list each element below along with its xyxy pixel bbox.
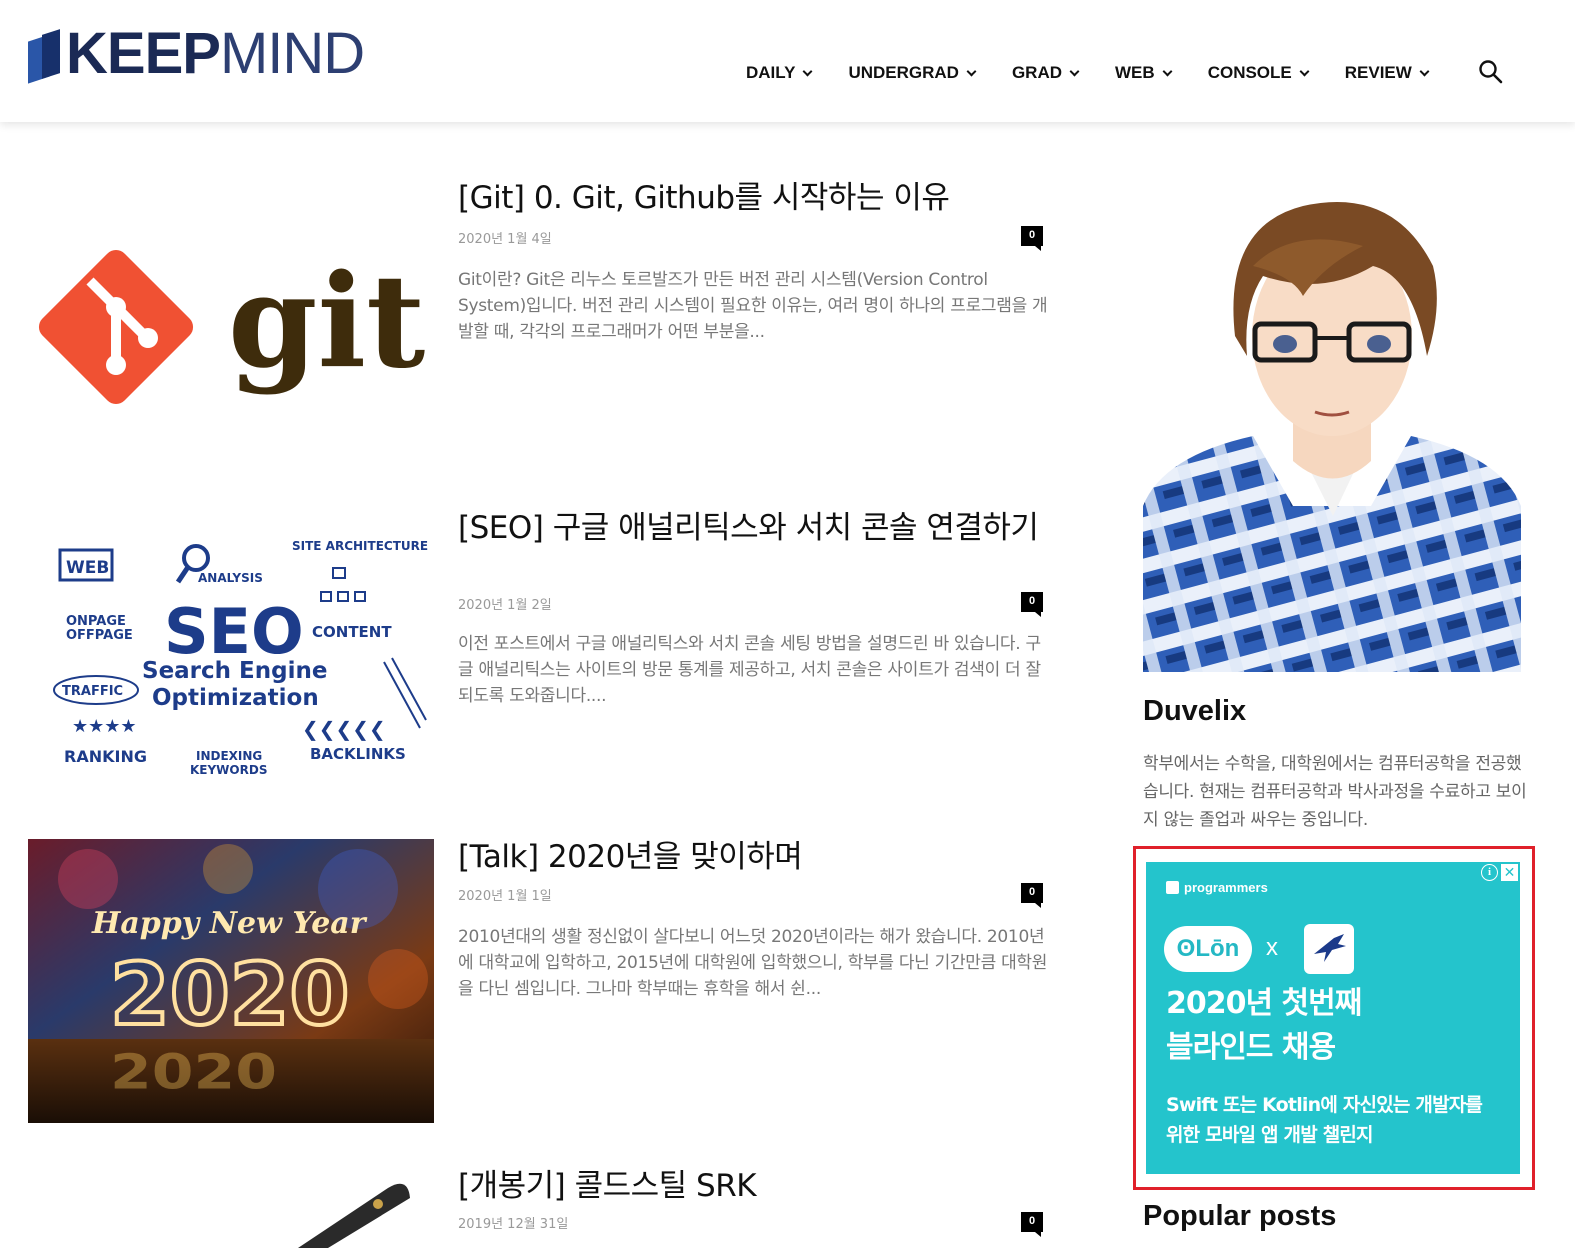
svg-text:RANKING: RANKING <box>64 747 147 766</box>
popular-posts-heading: Popular posts <box>1143 1200 1337 1232</box>
chevron-down-icon <box>803 66 813 76</box>
logo-text-keep: KEEP <box>66 21 221 86</box>
comment-count-badge[interactable]: 0 <box>1021 592 1043 617</box>
svg-text:OFFPAGE: OFFPAGE <box>66 628 133 643</box>
nav-label: GRAD <box>1011 63 1063 82</box>
ad-x-text: x <box>1266 934 1278 961</box>
svg-text:TRAFFIC: TRAFFIC <box>62 684 123 699</box>
comment-count-badge[interactable]: 0 <box>1021 883 1043 908</box>
post-thumbnail[interactable]: WEB ANALYSIS SITE ARCHITECTURE ONPAGE OF… <box>28 510 434 800</box>
svg-text:Search Engine: Search Engine <box>142 658 327 684</box>
svg-text:KEYWORDS: KEYWORDS <box>190 763 267 777</box>
post-item: [개봉기] 콜드스틸 SRK 2019년 12월 31일 0 <box>28 1168 1048 1248</box>
nav-item-daily[interactable]: DAILY <box>746 58 813 88</box>
post-item: git [Git] 0. Git, Github를 시작하는 이유 2020년 … <box>28 180 1048 480</box>
svg-text:ONPAGE: ONPAGE <box>66 614 126 629</box>
post-excerpt: 2010년대의 생활 정신없이 살다보니 어느덧 2020년이라는 해가 왔습니… <box>458 927 1048 999</box>
post-thumbnail[interactable]: Happy New Year 2020 2020 <box>28 839 434 1123</box>
svg-text:2020: 2020 <box>110 945 349 1045</box>
nav-item-undergrad[interactable]: UNDERGRAD <box>848 58 977 88</box>
ad-banner[interactable]: programmers i ✕ ʘLōn x 2020년 첫번째 블라인드 채용… <box>1146 862 1520 1174</box>
nav-label: CONSOLE <box>1207 63 1292 82</box>
ad-close-icon[interactable]: ✕ <box>1501 864 1518 881</box>
svg-text:WEB: WEB <box>66 558 109 578</box>
post-thumbnail[interactable]: git <box>28 180 434 464</box>
post-title[interactable]: [SEO] 구글 애널리틱스와 서치 콘솔 연결하기 <box>458 510 1048 546</box>
site-header: KEEP MIND DAILY UNDERGRAD GRAD WEB CONSOL… <box>0 0 1575 122</box>
nav-item-grad[interactable]: GRAD <box>1011 58 1080 88</box>
nav-label: DAILY <box>746 63 796 82</box>
nav-item-review[interactable]: REVIEW <box>1344 58 1430 88</box>
post-excerpt: 이전 포스트에서 구글 애널리틱스와 서치 콘솔 세팅 방법을 설명드린 바 있… <box>458 634 1041 706</box>
post-item: Happy New Year 2020 2020 [Talk] 2020년을 맞… <box>28 839 1048 1139</box>
nav-label: WEB <box>1115 63 1155 82</box>
ad-subtext-line: Swift 또는 Kotlin에 자신있는 개발자를 <box>1166 1094 1483 1116</box>
post-title[interactable]: [Git] 0. Git, Github를 시작하는 이유 <box>458 180 1048 216</box>
ad-subtext: Swift 또는 Kotlin에 자신있는 개발자를 위한 모바일 앱 개발 챌… <box>1166 1090 1506 1150</box>
svg-text:❮❮❮❮❮: ❮❮❮❮❮ <box>302 717 386 741</box>
post-date: 2019년 12월 31일 <box>458 1217 569 1232</box>
post-date: 2020년 1월 4일 <box>458 232 552 247</box>
search-icon[interactable] <box>1478 59 1504 85</box>
chevron-down-icon <box>1069 66 1080 76</box>
svg-text:SITE ARCHITECTURE: SITE ARCHITECTURE <box>292 539 428 553</box>
post-thumbnail[interactable] <box>28 1168 434 1248</box>
ad-headline: 2020년 첫번째 블라인드 채용 <box>1166 982 1496 1070</box>
nav-label: UNDERGRAD <box>848 63 959 82</box>
author-bio: 학부에서는 수학을, 대학원에서는 컴퓨터공학을 전공했습니다. 현재는 컴퓨터… <box>1143 754 1527 830</box>
chevron-down-icon <box>966 66 977 76</box>
post-title[interactable]: [Talk] 2020년을 맞이하며 <box>458 839 1048 875</box>
git-wordmark: git <box>228 247 425 397</box>
comment-count-badge[interactable]: 0 <box>1021 226 1043 251</box>
svg-text:Happy New Year: Happy New Year <box>91 906 368 941</box>
ad-headline-line: 블라인드 채용 <box>1166 1030 1336 1065</box>
ad-subtext-line: 위한 모바일 앱 개발 챌린지 <box>1166 1124 1374 1146</box>
ad-brand: programmers <box>1166 880 1268 895</box>
post-date: 2020년 1월 2일 <box>458 598 552 613</box>
svg-text:BACKLINKS: BACKLINKS <box>310 745 406 763</box>
svg-text:INDEXING: INDEXING <box>196 749 262 763</box>
nav-label: REVIEW <box>1344 63 1412 82</box>
nav-item-console[interactable]: CONSOLE <box>1207 58 1310 88</box>
ad-partner-logo: ʘLōn <box>1164 926 1252 972</box>
comment-count-badge[interactable]: 0 <box>1021 1212 1043 1237</box>
logo-text-mind: MIND <box>219 21 365 86</box>
main-nav: DAILY UNDERGRAD GRAD WEB CONSOLE REVIEW <box>746 58 1465 88</box>
post-date: 2020년 1월 1일 <box>458 889 552 904</box>
svg-text:2020: 2020 <box>110 1044 277 1100</box>
post-item: WEB ANALYSIS SITE ARCHITECTURE ONPAGE OF… <box>28 510 1048 810</box>
post-title[interactable]: [개봉기] 콜드스틸 SRK <box>458 1168 1048 1204</box>
author-avatar <box>1143 186 1521 672</box>
svg-text:★★★★: ★★★★ <box>72 716 137 737</box>
chevron-down-icon <box>1299 66 1310 76</box>
chevron-down-icon <box>1162 66 1173 76</box>
programmers-logo-icon <box>1166 881 1179 894</box>
bird-logo-icon <box>1304 924 1354 974</box>
svg-text:ANALYSIS: ANALYSIS <box>198 571 263 585</box>
author-name[interactable]: Duvelix <box>1143 695 1246 728</box>
ad-headline-line: 2020년 첫번째 <box>1166 986 1362 1021</box>
chevron-down-icon <box>1419 66 1430 76</box>
svg-text:CONTENT: CONTENT <box>312 623 392 641</box>
post-excerpt: Git이란? Git은 리누스 토르발즈가 만든 버전 관리 시스템(Versi… <box>458 270 1048 342</box>
ad-info-icon[interactable]: i <box>1481 864 1498 881</box>
ad-brand-label: programmers <box>1184 880 1268 895</box>
nav-item-web[interactable]: WEB <box>1115 58 1173 88</box>
logo-mark-icon <box>28 28 62 84</box>
svg-text:Optimization: Optimization <box>152 685 319 711</box>
site-logo[interactable]: KEEP MIND <box>28 21 365 86</box>
